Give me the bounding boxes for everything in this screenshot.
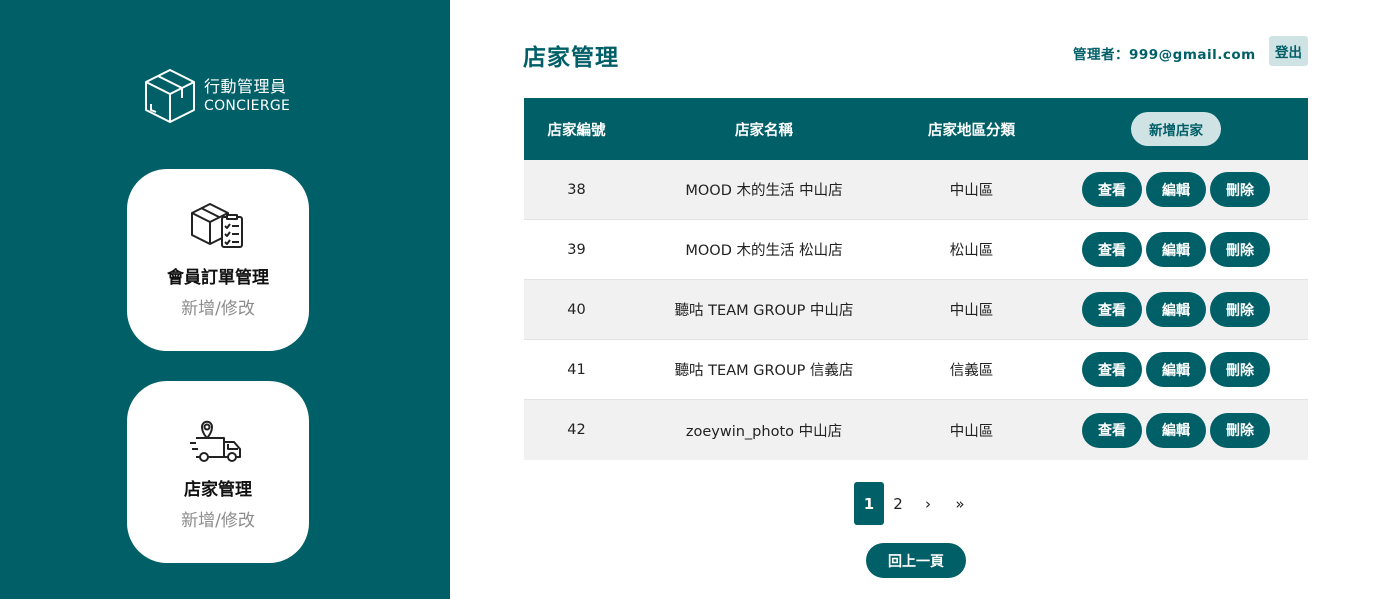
view-button[interactable]: 查看 [1082,172,1142,207]
store-name: zoeywin_photo 中山店 [685,423,843,440]
nav-card-subtitle: 新增/修改 [181,299,255,319]
edit-button[interactable]: 編輯 [1146,172,1206,207]
table-header: 店家編號 店家名稱 店家地區分類 新增店家 [524,98,1308,160]
store-id: 41 [567,361,586,378]
table-row: 39 MOOD 木的生活 松山店 松山區 查看 編輯 刪除 [524,220,1308,280]
admin-email: 管理者：999@gmail.com [1073,47,1256,63]
back-button[interactable]: 回上一頁 [866,543,966,578]
delivery-truck-icon [190,420,241,462]
nav-card-subtitle: 新增/修改 [181,511,255,531]
delete-button[interactable]: 刪除 [1210,412,1270,448]
stores-table: 店家編號 店家名稱 店家地區分類 新增店家 38 MOOD 木的生活 中山店 中… [524,98,1308,460]
store-area: 中山區 [949,423,994,440]
column-header-actions: 新增店家 [1044,112,1308,146]
box-logo-icon [145,69,195,123]
delete-button[interactable]: 刪除 [1210,172,1270,207]
view-button[interactable]: 查看 [1082,352,1142,387]
store-id: 42 [567,422,586,438]
column-header-area: 店家地區分類 [928,122,1015,139]
view-button[interactable]: 查看 [1082,292,1142,327]
edit-button[interactable]: 編輯 [1146,292,1206,327]
nav-card-store-management[interactable]: 店家管理 新增/修改 [127,381,309,563]
logo: 行動管理員 CONCIERGE [142,66,290,126]
logout-button[interactable]: 登出 [1269,36,1308,66]
store-area: 中山區 [949,303,994,319]
pagination: 1 2 › » [854,482,976,525]
page-1-button[interactable]: 1 [854,482,884,525]
box-checklist-icon [191,203,243,248]
page-2-button[interactable]: 2 [884,482,912,525]
sidebar: 行動管理員 CONCIERGE 會員訂單管理 新增/修改 店家管理 新增/修改 [0,0,450,599]
delete-button[interactable]: 刪除 [1210,352,1270,387]
next-page-icon[interactable]: › [912,482,944,525]
add-store-button[interactable]: 新增店家 [1131,112,1221,146]
nav-card-member-orders[interactable]: 會員訂單管理 新增/修改 [127,169,309,351]
store-area: 信義區 [949,363,994,379]
edit-button[interactable]: 編輯 [1146,232,1206,267]
logo-title: 行動管理員 [204,77,287,96]
logo-subtitle: CONCIERGE [204,98,291,114]
nav-card-title: 會員訂單管理 [167,268,269,288]
nav-card-title: 店家管理 [184,480,252,500]
table-row: 40 聽咕 TEAM GROUP 中山店 中山區 查看 編輯 刪除 [524,280,1308,340]
store-area: 中山區 [949,183,994,199]
view-button[interactable]: 查看 [1082,412,1142,448]
table-row: 41 聽咕 TEAM GROUP 信義店 信義區 查看 編輯 刪除 [524,340,1308,400]
store-name: MOOD 木的生活 松山店 [685,243,843,259]
edit-button[interactable]: 編輯 [1146,412,1206,448]
view-button[interactable]: 查看 [1082,232,1142,267]
store-area: 松山區 [949,243,994,259]
store-name: MOOD 木的生活 中山店 [685,183,843,199]
delete-button[interactable]: 刪除 [1210,292,1270,327]
table-row: 42 zoeywin_photo 中山店 中山區 查看 編輯 刪除 [524,400,1308,460]
store-id: 40 [567,301,586,318]
column-header-id: 店家編號 [547,122,606,139]
table-row: 38 MOOD 木的生活 中山店 中山區 查看 編輯 刪除 [524,160,1308,220]
store-id: 38 [567,181,586,198]
store-id: 39 [567,241,586,258]
page-title: 店家管理 [523,45,619,71]
delete-button[interactable]: 刪除 [1210,232,1270,267]
store-name: 聽咕 TEAM GROUP 中山店 [674,303,854,319]
column-header-name: 店家名稱 [735,122,793,139]
edit-button[interactable]: 編輯 [1146,352,1206,387]
last-page-icon[interactable]: » [944,482,976,525]
store-name: 聽咕 TEAM GROUP 信義店 [674,363,854,379]
